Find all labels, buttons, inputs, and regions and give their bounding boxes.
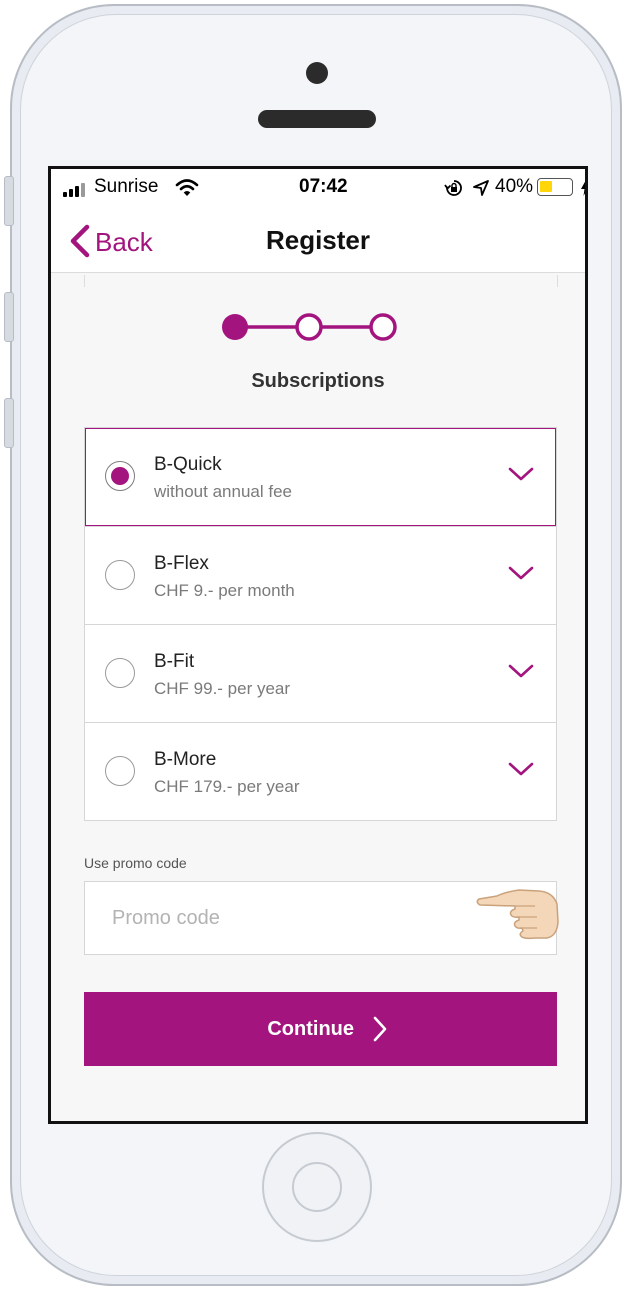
radio-button[interactable] xyxy=(105,658,135,688)
charging-icon xyxy=(581,181,585,196)
continue-button[interactable]: Continue xyxy=(84,992,557,1066)
earpiece-speaker xyxy=(258,110,376,128)
home-button-ring xyxy=(292,1162,342,1212)
carrier-name: Sunrise xyxy=(94,176,159,197)
pointing-hand-icon xyxy=(476,889,559,940)
subscription-description: CHF 99.- per year xyxy=(154,679,291,698)
subscription-name: B-Fit xyxy=(154,651,195,672)
location-icon xyxy=(473,180,489,196)
subscription-name: B-More xyxy=(154,749,217,770)
radio-button[interactable] xyxy=(105,756,135,786)
front-camera xyxy=(306,62,328,84)
radio-button[interactable] xyxy=(105,560,135,590)
step-1-dot xyxy=(222,314,248,340)
subscription-list: B-Quick without annual fee B-Flex CHF 9.… xyxy=(84,427,557,821)
volume-down-button xyxy=(4,398,14,448)
chevron-down-icon[interactable] xyxy=(508,761,534,777)
step-3-dot xyxy=(369,313,397,341)
mute-switch xyxy=(4,176,14,226)
progress-stepper xyxy=(222,313,397,341)
subscription-name: B-Quick xyxy=(154,454,222,475)
subscription-description: without annual fee xyxy=(154,482,292,501)
radio-button-selected[interactable] xyxy=(105,461,135,491)
subscription-description: CHF 179.- per year xyxy=(154,777,300,796)
subscription-name: B-Flex xyxy=(154,553,209,574)
step-title: Subscriptions xyxy=(251,370,385,392)
page-title: Register xyxy=(265,225,371,255)
promo-code-label: Use promo code xyxy=(84,855,187,871)
chevron-right-icon xyxy=(373,1016,387,1042)
phone-screen: Sunrise 07:42 40% Back Register Subscrip… xyxy=(48,166,588,1124)
subscription-description: CHF 9.- per month xyxy=(154,581,295,600)
status-time: 07:42 xyxy=(299,176,348,197)
battery-icon xyxy=(537,178,573,196)
signal-icon xyxy=(63,183,93,197)
chevron-down-icon[interactable] xyxy=(508,663,534,679)
chevron-down-icon[interactable] xyxy=(508,466,534,482)
subscription-option-b-more[interactable]: B-More CHF 179.- per year xyxy=(85,722,556,820)
subscription-option-b-quick[interactable]: B-Quick without annual fee xyxy=(85,428,556,526)
orientation-lock-icon xyxy=(444,180,462,196)
chevron-down-icon[interactable] xyxy=(508,565,534,581)
subscription-option-b-flex[interactable]: B-Flex CHF 9.- per month xyxy=(85,526,556,624)
scrolled-card-edge xyxy=(84,275,558,287)
wifi-icon xyxy=(175,179,199,196)
volume-up-button xyxy=(4,292,14,342)
step-2-dot xyxy=(295,313,323,341)
status-bar: Sunrise 07:42 40% xyxy=(51,169,585,207)
continue-label: Continue xyxy=(267,1018,354,1040)
subscription-option-b-fit[interactable]: B-Fit CHF 99.- per year xyxy=(85,624,556,722)
battery-percent: 40% xyxy=(495,176,534,197)
